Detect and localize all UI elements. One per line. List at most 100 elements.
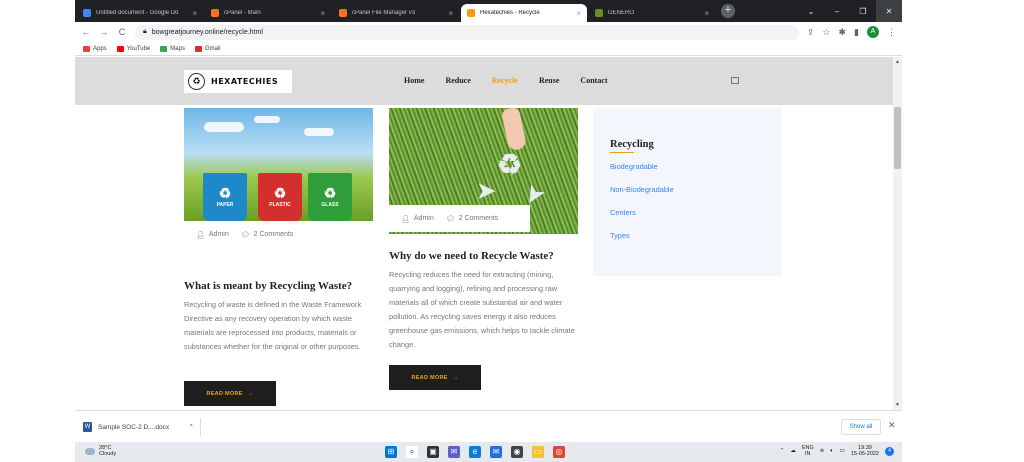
author-meta[interactable]: 👤︎ Admin [401, 215, 434, 223]
profile-avatar[interactable]: A [867, 26, 879, 38]
chevron-up-icon[interactable]: ⌃ [189, 423, 194, 431]
bookmark-favicon-icon [116, 45, 124, 52]
cart-icon[interactable] [731, 77, 739, 84]
comments-meta[interactable]: 💬︎ 2 Comments [446, 215, 499, 223]
bookmark-label: Gmail [204, 45, 221, 52]
close-icon[interactable]: ✕ [888, 420, 896, 431]
chat-icon[interactable]: ✉ [448, 446, 460, 458]
recycling-bin: ♻ PAPER [203, 173, 247, 221]
browser-tab[interactable]: GENERO × [589, 4, 715, 22]
show-all-button[interactable]: Show all [841, 419, 881, 435]
nav-link-reuse[interactable]: Reuse [539, 76, 559, 85]
comment-icon: 💬︎ [240, 231, 250, 239]
bin-label: PLASTIC [269, 202, 291, 208]
tab-label: Untitled document - Google Do [96, 10, 179, 16]
maximize-button[interactable]: ❐ [850, 0, 876, 22]
cloud-sync-icon[interactable]: ☁ [790, 448, 796, 454]
scroll-up-icon[interactable]: ▲ [893, 59, 902, 65]
tab-close-icon[interactable]: × [576, 9, 581, 18]
clock[interactable]: 19:39 15-05-2022 [851, 445, 879, 457]
download-item[interactable]: W Sample SOC-2 D....docx ⌃ [83, 418, 201, 436]
new-tab-button[interactable]: + [721, 4, 735, 18]
extensions-icon[interactable]: ✱ [839, 27, 847, 38]
bookmark-item[interactable]: Maps [160, 45, 185, 52]
comments-meta[interactable]: 💬︎ 2 Comments [241, 231, 294, 239]
hand-graphic [500, 108, 528, 152]
task-view-icon[interactable]: ▣ [427, 446, 439, 458]
author-meta[interactable]: 👤︎ Admin [196, 231, 229, 239]
file-explorer-icon[interactable]: ▭ [532, 446, 544, 458]
browser-window: Untitled document - Google Do × cPanel - M… [75, 0, 902, 462]
nav-link-reduce[interactable]: Reduce [445, 76, 470, 85]
tab-close-icon[interactable]: × [320, 9, 325, 18]
tab-search-icon[interactable]: ⌄ [798, 0, 824, 22]
post-title[interactable]: Why do we need to Recycle Waste? [389, 250, 554, 262]
tab-close-icon[interactable]: × [448, 9, 453, 18]
windows-start-icon[interactable]: ⊞ [385, 446, 397, 458]
main-nav: Home Reduce Recycle Reuse Contact [404, 76, 608, 85]
post-meta: 👤︎ Admin 💬︎ 2 Comments [184, 221, 325, 248]
nav-link-home[interactable]: Home [404, 76, 424, 85]
bookmark-favicon-icon [160, 45, 168, 52]
recycle-icon: ♻ [218, 185, 232, 201]
site-logo[interactable]: ♻ HEXATECHIES [184, 70, 292, 93]
bookmark-star-icon[interactable]: ☆ [822, 27, 830, 38]
scroll-down-icon[interactable]: ▼ [893, 402, 902, 408]
download-filename: Sample SOC-2 D....docx [98, 423, 170, 431]
mail-icon[interactable]: ✉ [490, 446, 502, 458]
battery-icon[interactable]: ▭ [840, 448, 845, 454]
close-window-button[interactable]: ✕ [876, 0, 902, 22]
bookmark-item[interactable]: Apps [83, 45, 107, 52]
address-bar[interactable]: 🔒︎ bowgreatjourney.online/recycle.html [135, 24, 799, 40]
tab-favicon-icon [339, 9, 347, 17]
scrollbar-thumb[interactable] [894, 107, 901, 169]
post-title[interactable]: What is meant by Recycling Waste? [184, 280, 352, 292]
weather-widget[interactable]: 28°C Cloudy [85, 445, 116, 457]
chevron-up-icon[interactable]: ⌃ [780, 448, 785, 454]
share-icon[interactable]: ⇪ [807, 27, 815, 38]
minimize-button[interactable]: – [824, 0, 850, 22]
nav-link-recycle[interactable]: Recycle [492, 76, 518, 85]
forward-button[interactable]: → [99, 27, 109, 37]
tab-favicon-icon [595, 9, 603, 17]
browser-tab[interactable]: cPanel File Manager v3 × [333, 4, 459, 22]
edge-icon[interactable]: e [469, 446, 481, 458]
tab-favicon-icon [211, 9, 219, 17]
os-taskbar: 28°C Cloudy ⊞ ⌕ ▣ ✉ e ✉ ◉ ▭ ◎ ⌃ ☁ ENG IN ≋… [75, 442, 902, 462]
search-icon[interactable]: ⌕ [406, 446, 418, 458]
tab-close-icon[interactable]: × [704, 9, 709, 18]
tab-close-icon[interactable]: × [192, 9, 197, 18]
sidebar-link[interactable]: Non-Biodegradable [610, 185, 782, 194]
volume-icon[interactable]: 🔈︎ [830, 448, 833, 455]
browser-tab[interactable]: Untitled document - Google Do × [77, 4, 203, 22]
language-indicator[interactable]: ENG IN [802, 445, 814, 457]
post-image-recycling-bins[interactable]: ♻ PAPER ♻ PLASTIC ♻ GLASS [184, 108, 373, 221]
reload-button[interactable]: C [117, 27, 127, 37]
sidebar-link[interactable]: Centers [610, 208, 782, 217]
taskbar-apps: ⊞ ⌕ ▣ ✉ e ✉ ◉ ▭ ◎ [385, 446, 565, 458]
bookmark-label: Apps [93, 45, 107, 52]
tab-favicon-icon [83, 9, 91, 17]
nav-link-contact[interactable]: Contact [580, 76, 607, 85]
browser-tab[interactable]: cPanel - Main × [205, 4, 331, 22]
notification-badge[interactable]: 4 [885, 446, 894, 456]
read-more-button[interactable]: READ MORE → [389, 365, 481, 390]
read-more-button[interactable]: READ MORE → [184, 381, 276, 406]
bookmark-item[interactable]: YouTube [116, 45, 150, 52]
logo-text: HEXATECHIES [211, 77, 279, 86]
sidebar-link[interactable]: Types [610, 231, 782, 240]
recycle-icon: ♻ [323, 185, 337, 201]
page-scrollbar[interactable]: ▲ ▼ [893, 57, 902, 410]
back-button[interactable]: ← [81, 27, 91, 37]
browser-tab[interactable]: Hexatechies - Recycle × [461, 4, 587, 22]
media-icon[interactable]: ◉ [511, 446, 523, 458]
menu-icon[interactable]: ⋮ [887, 27, 896, 38]
bin-label: GLASS [321, 202, 339, 208]
post-meta: 👤︎ Admin 💬︎ 2 Comments [389, 205, 530, 232]
side-panel-icon[interactable]: ▮ [854, 27, 859, 38]
bookmark-item[interactable]: Gmail [194, 45, 221, 52]
sidebar-link[interactable]: Biodegradable [610, 162, 782, 171]
lock-icon: 🔒︎ [143, 28, 147, 35]
chrome-icon[interactable]: ◎ [553, 446, 565, 458]
wifi-icon[interactable]: ≋ [820, 448, 825, 454]
